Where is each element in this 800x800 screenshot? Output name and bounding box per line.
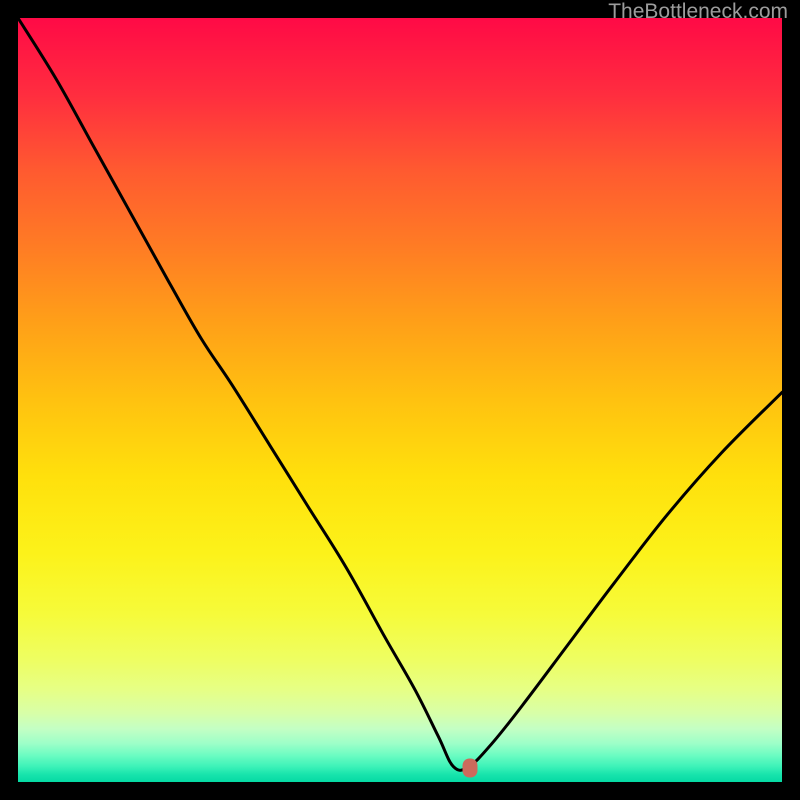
- bottleneck-curve: [18, 18, 782, 782]
- chart-frame: TheBottleneck.com: [0, 0, 800, 800]
- watermark-text: TheBottleneck.com: [608, 0, 788, 24]
- optimum-marker: [463, 759, 478, 778]
- curve-path: [18, 18, 782, 770]
- plot-area: [18, 18, 782, 782]
